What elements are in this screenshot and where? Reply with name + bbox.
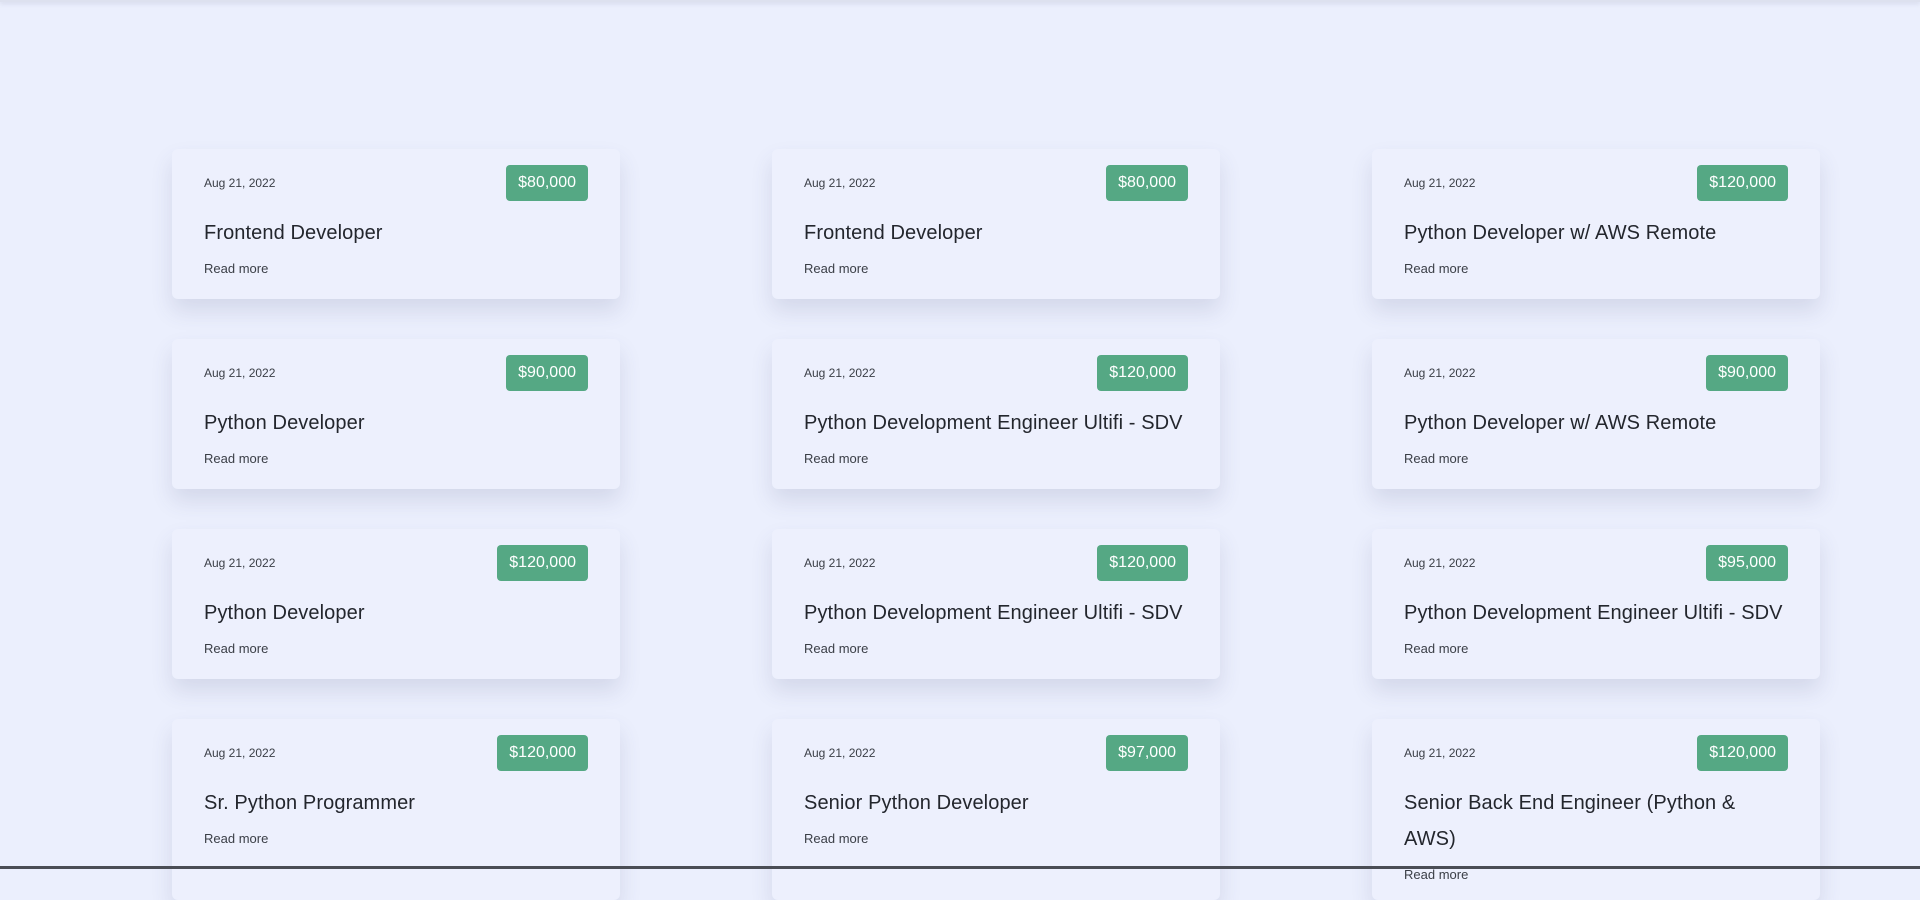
job-title[interactable]: Python Development Engineer Ultifi - SDV [1404,595,1788,631]
read-more-link[interactable]: Read more [204,451,268,466]
posted-date: Aug 21, 2022 [804,176,876,190]
job-title[interactable]: Python Developer w/ AWS Remote [1404,405,1788,441]
read-more-link[interactable]: Read more [204,261,268,276]
read-more-link[interactable]: Read more [804,641,868,656]
read-more-link[interactable]: Read more [804,261,868,276]
salary-badge: $120,000 [497,735,588,771]
job-listing-grid: Aug 21, 2022 $80,000 Frontend Developer … [172,149,1820,900]
job-title[interactable]: Python Developer w/ AWS Remote [1404,215,1788,251]
salary-badge: $90,000 [506,355,588,391]
read-more-link[interactable]: Read more [804,831,868,846]
job-title[interactable]: Python Developer [204,405,588,441]
top-nav-bar-edge [0,0,1920,2]
job-card-header: Aug 21, 2022 $120,000 [1404,165,1788,201]
read-more-link[interactable]: Read more [1404,261,1468,276]
posted-date: Aug 21, 2022 [804,556,876,570]
read-more-link[interactable]: Read more [804,451,868,466]
salary-badge: $120,000 [1697,735,1788,771]
job-card: Aug 21, 2022 $120,000 Python Developer w… [1372,149,1820,299]
job-title[interactable]: Frontend Developer [804,215,1188,251]
job-title[interactable]: Senior Back End Engineer (Python & AWS) [1404,785,1788,857]
job-card-header: Aug 21, 2022 $120,000 [1404,735,1788,771]
read-more-link[interactable]: Read more [1404,641,1468,656]
job-title[interactable]: Python Development Engineer Ultifi - SDV [804,405,1188,441]
posted-date: Aug 21, 2022 [804,366,876,380]
job-title[interactable]: Sr. Python Programmer [204,785,588,821]
job-card-header: Aug 21, 2022 $90,000 [1404,355,1788,391]
job-card-header: Aug 21, 2022 $120,000 [804,355,1188,391]
job-title[interactable]: Frontend Developer [204,215,588,251]
job-card: Aug 21, 2022 $120,000 Sr. Python Program… [172,719,620,900]
job-card: Aug 21, 2022 $120,000 Senior Back End En… [1372,719,1820,900]
job-card: Aug 21, 2022 $95,000 Python Development … [1372,529,1820,679]
job-title[interactable]: Python Developer [204,595,588,631]
posted-date: Aug 21, 2022 [804,746,876,760]
posted-date: Aug 21, 2022 [204,366,276,380]
job-card-header: Aug 21, 2022 $80,000 [204,165,588,201]
job-card: Aug 21, 2022 $120,000 Python Development… [772,339,1220,489]
job-title[interactable]: Python Development Engineer Ultifi - SDV [804,595,1188,631]
salary-badge: $80,000 [506,165,588,201]
salary-badge: $95,000 [1706,545,1788,581]
salary-badge: $97,000 [1106,735,1188,771]
salary-badge: $120,000 [1697,165,1788,201]
posted-date: Aug 21, 2022 [1404,746,1476,760]
job-card-header: Aug 21, 2022 $120,000 [204,735,588,771]
read-more-link[interactable]: Read more [204,831,268,846]
posted-date: Aug 21, 2022 [204,746,276,760]
job-card: Aug 21, 2022 $90,000 Python Developer Re… [172,339,620,489]
job-card: Aug 21, 2022 $80,000 Frontend Developer … [172,149,620,299]
job-card: Aug 21, 2022 $120,000 Python Developer R… [172,529,620,679]
read-more-link[interactable]: Read more [204,641,268,656]
salary-badge: $90,000 [1706,355,1788,391]
job-card: Aug 21, 2022 $120,000 Python Development… [772,529,1220,679]
salary-badge: $80,000 [1106,165,1188,201]
job-card-header: Aug 21, 2022 $120,000 [204,545,588,581]
posted-date: Aug 21, 2022 [204,556,276,570]
job-card-header: Aug 21, 2022 $80,000 [804,165,1188,201]
job-card-header: Aug 21, 2022 $90,000 [204,355,588,391]
job-card: Aug 21, 2022 $90,000 Python Developer w/… [1372,339,1820,489]
salary-badge: $120,000 [1097,545,1188,581]
job-card: Aug 21, 2022 $80,000 Frontend Developer … [772,149,1220,299]
job-card-header: Aug 21, 2022 $95,000 [1404,545,1788,581]
posted-date: Aug 21, 2022 [1404,366,1476,380]
read-more-link[interactable]: Read more [1404,867,1468,882]
job-card-header: Aug 21, 2022 $120,000 [804,545,1188,581]
salary-badge: $120,000 [497,545,588,581]
job-card-header: Aug 21, 2022 $97,000 [804,735,1188,771]
posted-date: Aug 21, 2022 [1404,556,1476,570]
read-more-link[interactable]: Read more [1404,451,1468,466]
posted-date: Aug 21, 2022 [204,176,276,190]
posted-date: Aug 21, 2022 [1404,176,1476,190]
job-title[interactable]: Senior Python Developer [804,785,1188,821]
salary-badge: $120,000 [1097,355,1188,391]
job-card: Aug 21, 2022 $97,000 Senior Python Devel… [772,719,1220,900]
